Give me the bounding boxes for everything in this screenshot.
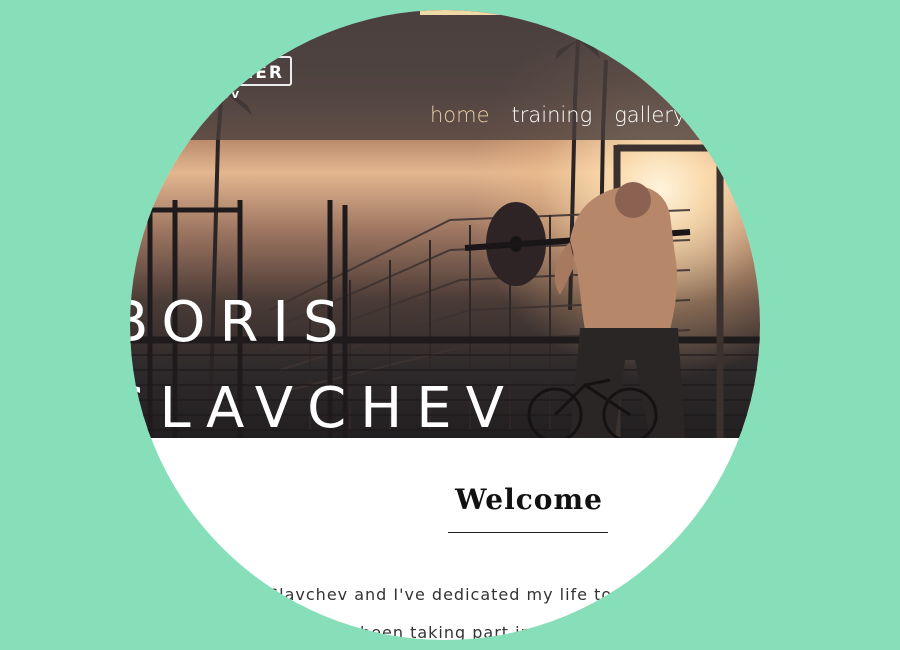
nav-item-home[interactable]: home bbox=[430, 103, 490, 127]
logo-text: NER bbox=[239, 63, 284, 83]
logo-subtitle: HEV bbox=[210, 90, 242, 101]
site-logo[interactable]: NER bbox=[182, 56, 292, 86]
main-menu: home training gallery bbox=[430, 103, 685, 127]
nav-item-gallery[interactable]: gallery bbox=[614, 103, 685, 127]
circular-viewport: NER HEV home training gallery BORIS SLAV… bbox=[130, 10, 760, 640]
hero-title-line-1: BORIS bbox=[130, 290, 353, 355]
welcome-section: Welcome bbox=[448, 480, 610, 533]
intro-line-1: Slavchev and I've dedicated my life to h bbox=[268, 585, 630, 604]
welcome-heading: Welcome bbox=[455, 483, 603, 516]
accent-bar bbox=[420, 10, 500, 15]
intro-line-2: been taking part in l bbox=[360, 623, 544, 640]
intro-text: Slavchev and I've dedicated my life to h… bbox=[268, 576, 728, 640]
welcome-divider bbox=[448, 532, 608, 533]
hero-title: BORIS SLAVCHEV bbox=[130, 280, 518, 452]
hero-title-line-2: SLAVCHEV bbox=[130, 376, 518, 441]
nav-item-training[interactable]: training bbox=[512, 103, 593, 127]
